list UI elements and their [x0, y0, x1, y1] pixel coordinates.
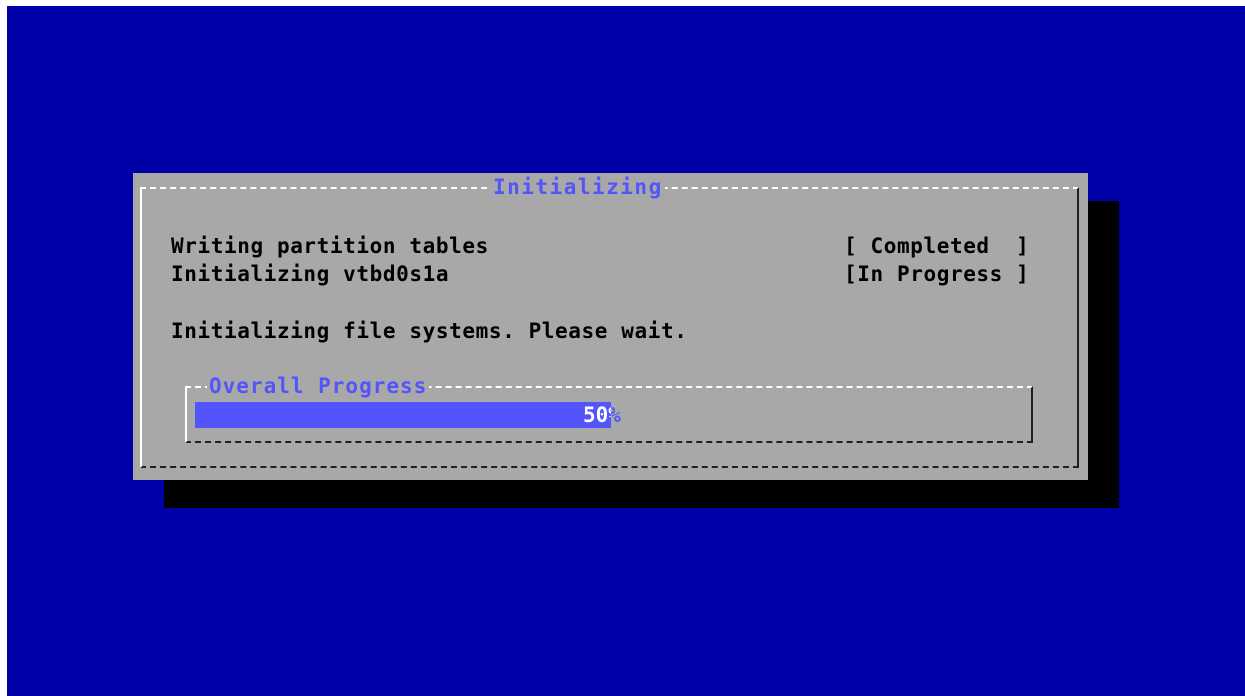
overall-progress-label: Overall Progress [207, 374, 430, 398]
progress-bar: 50% [195, 402, 1026, 428]
task-status-vtbd0s1a: [In Progress ] [844, 262, 1030, 286]
task-status-partition-tables: [ Completed ] [844, 234, 1030, 258]
task-label-partition-tables: Writing partition tables [171, 234, 489, 258]
progress-percent-text: 50% [583, 403, 621, 427]
status-message: Initializing file systems. Please wait. [171, 319, 688, 343]
progress-bar-fill [195, 402, 611, 428]
installer-screen: Initializing Writing partition tables [ … [7, 6, 1245, 696]
task-label-vtbd0s1a: Initializing vtbd0s1a [171, 262, 450, 286]
dialog-title: Initializing [491, 175, 665, 199]
initializing-dialog: Initializing Writing partition tables [ … [133, 173, 1088, 480]
